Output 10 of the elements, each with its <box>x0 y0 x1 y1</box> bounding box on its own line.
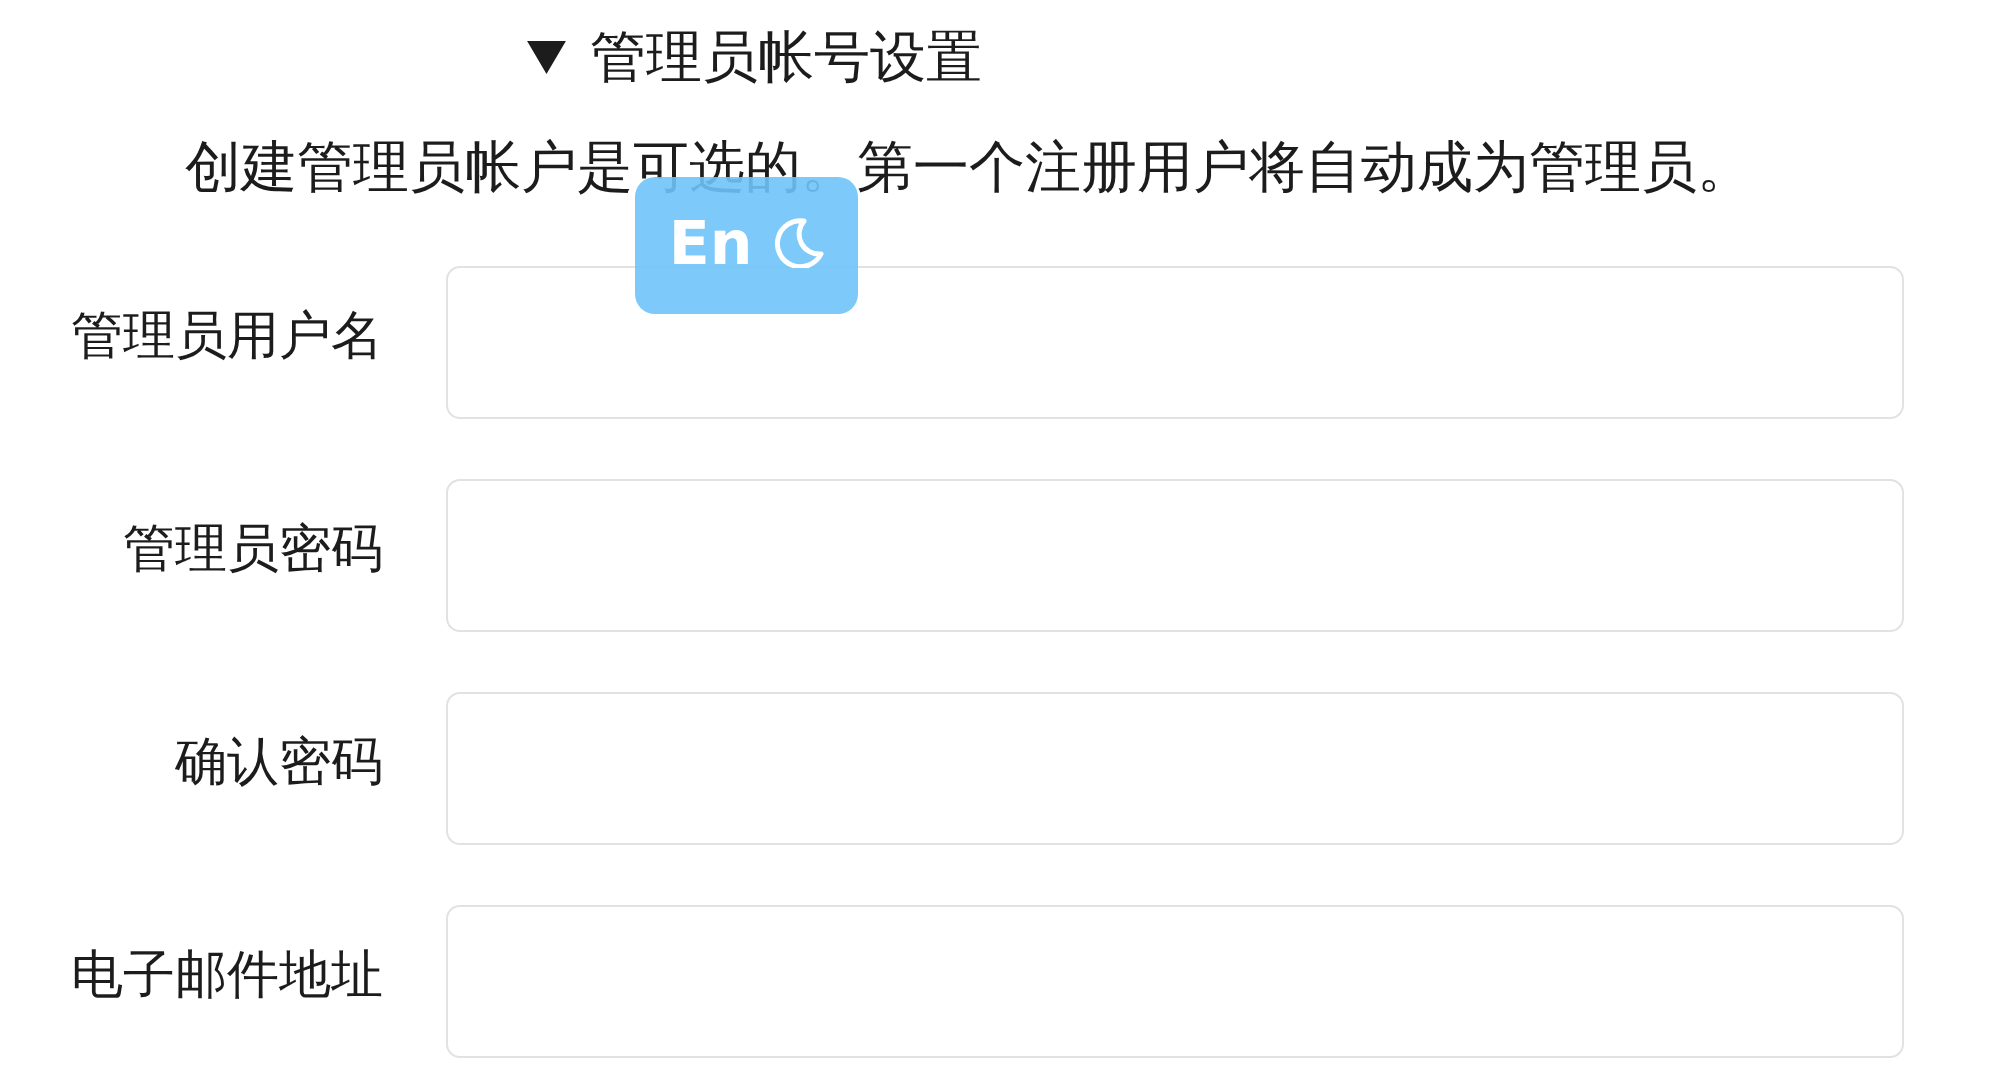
field-label: 电子邮件地址 <box>70 942 383 1006</box>
input-field[interactable] <box>446 479 1904 632</box>
input-field[interactable] <box>446 266 1904 419</box>
input-field[interactable] <box>446 905 1904 1058</box>
moon-icon <box>774 217 825 268</box>
section-header[interactable]: 管理员帐号设置 <box>527 22 982 92</box>
field-label: 管理员用户名 <box>70 303 383 367</box>
input-field[interactable] <box>446 692 1904 845</box>
field-label: 管理员密码 <box>122 516 383 580</box>
field-label: 确认密码 <box>174 729 383 793</box>
